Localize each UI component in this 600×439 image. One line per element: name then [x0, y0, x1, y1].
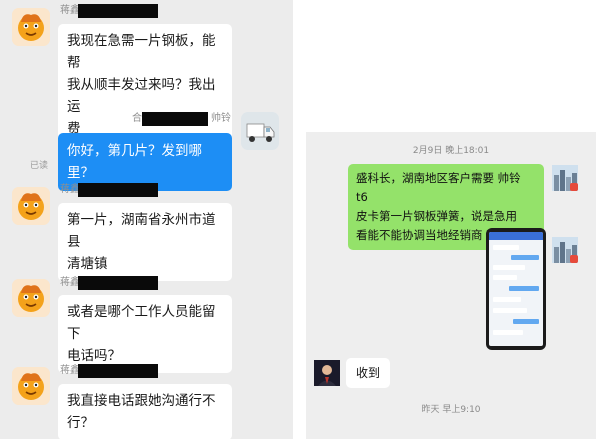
- cartoon-face-avatar-icon[interactable]: [12, 187, 50, 225]
- sender-name: 蒋鑫: [60, 365, 80, 376]
- message-line: 盛科长，湖南地区客户需要 帅铃 t6: [356, 171, 521, 204]
- message-text: 你好，第几片？发到哪里？: [67, 143, 202, 181]
- phone-screenshot-icon[interactable]: [486, 228, 546, 350]
- message-line: 皮卡第一片钢板弹簧，说是急用: [356, 209, 517, 223]
- city-skyline-avatar-icon[interactable]: [552, 165, 578, 191]
- phone-screen: [489, 232, 543, 346]
- message-line: 我直接电话跟她沟通行不: [67, 393, 216, 409]
- message-line: 行？: [67, 415, 94, 431]
- sender-name: 蒋鑫: [60, 5, 80, 16]
- sender-prefix: 合: [132, 113, 142, 124]
- right-chat-panel: 2月9日 晚上18:01 盛科长，湖南地区客户需要 帅铃 t6 皮卡第一片钢板弹…: [306, 132, 596, 439]
- sender-name: 蒋鑫: [60, 277, 80, 288]
- message-line: 我现在急需一片钢板，能帮: [67, 33, 216, 71]
- message-bubble[interactable]: 或者是哪个工作人员能留下 电话吗？: [58, 295, 232, 373]
- message-line: 第一片，湖南省永州市道县: [67, 212, 216, 250]
- sender-name: 帅铃: [211, 113, 231, 124]
- cartoon-face-avatar-icon[interactable]: [12, 279, 50, 317]
- message-bubble[interactable]: 我现在急需一片钢板，能帮 我从顺丰发过来吗？我出运 费: [58, 24, 232, 146]
- message-line: 清塘镇: [67, 256, 108, 272]
- badge-icon: [570, 255, 578, 263]
- cartoon-face-avatar-icon[interactable]: [12, 367, 50, 405]
- timestamp: 2月9日 晚上18:01: [412, 146, 490, 156]
- redaction-bar: [78, 276, 158, 290]
- truck-avatar-icon[interactable]: [241, 112, 279, 150]
- message-bubble[interactable]: 我直接电话跟她沟通行不 行？: [58, 384, 232, 439]
- person-avatar-icon[interactable]: [314, 360, 340, 386]
- message-text: 收到: [356, 366, 381, 380]
- sender-name: 蒋鑫: [60, 184, 80, 195]
- message-bubble[interactable]: 收到: [346, 358, 391, 388]
- message-bubble[interactable]: 第一片，湖南省永州市道县 清塘镇: [58, 203, 232, 281]
- read-status: 已读: [30, 161, 49, 171]
- redaction-bar: [142, 112, 208, 126]
- redaction-bar: [78, 183, 158, 197]
- left-chat-panel: 蒋鑫 我现在急需一片钢板，能帮 我从顺丰发过来吗？我出运 费 合 帅铃 你好，第…: [0, 0, 293, 439]
- city-skyline-avatar-icon[interactable]: [552, 237, 578, 263]
- badge-icon: [570, 183, 578, 191]
- redaction-bar: [78, 4, 158, 18]
- timestamp: 昨天 早上9:10: [421, 405, 481, 415]
- redaction-bar: [78, 364, 158, 378]
- message-line: 或者是哪个工作人员能留下: [67, 304, 216, 342]
- cartoon-face-avatar-icon[interactable]: [12, 8, 50, 46]
